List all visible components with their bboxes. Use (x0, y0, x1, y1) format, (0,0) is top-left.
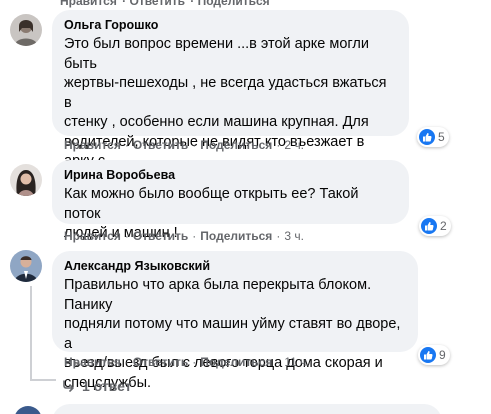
comment-bubble: Ольга Горошко Это был вопрос времени ...… (52, 10, 409, 189)
avatar[interactable] (10, 14, 42, 46)
comment-text: Правильно что арка была перекрыта блоком… (64, 277, 401, 391)
view-replies-link[interactable]: 1 ответ (62, 378, 132, 394)
share-link[interactable]: Поделиться (200, 355, 272, 369)
avatar[interactable] (10, 164, 42, 196)
reply-link[interactable]: Ответить (133, 138, 188, 152)
comment-timestamp[interactable]: 2 ч. (284, 138, 304, 152)
avatar[interactable] (14, 406, 42, 414)
like-link[interactable]: Нравится (64, 355, 121, 369)
share-link[interactable]: Поделиться (200, 138, 272, 152)
comment-timestamp[interactable]: 3 ч. (284, 229, 304, 243)
comment-author[interactable]: Ирина Воробьева (64, 167, 397, 183)
comment-bubble: Ирина Воробьева Как можно было вообще от… (52, 160, 409, 241)
comment-timestamp[interactable]: 11 ч. (284, 355, 309, 369)
comment-author[interactable]: Александр Языковский (64, 258, 406, 274)
reaction-count[interactable]: 9 (418, 345, 450, 365)
thread-line-branch (30, 379, 56, 381)
reply-link[interactable]: Ответить (133, 355, 188, 369)
comment-actions: Нравится · Ответить · Поделиться · 2 ч. (64, 138, 304, 152)
comment-actions: Нравится · Ответить · Поделиться · 11 ч. (64, 355, 310, 369)
comment-actions: Нравится · Ответить · Поделиться · 3 ч. (64, 229, 304, 243)
avatar[interactable] (10, 250, 42, 282)
comment-author[interactable]: Ольга Горошко (64, 17, 397, 33)
thumbs-up-icon (421, 218, 437, 234)
reaction-count[interactable]: 5 (417, 127, 449, 147)
reply-link[interactable]: Ответить (130, 0, 185, 8)
like-link[interactable]: Нравится (64, 138, 121, 152)
reply-link[interactable]: Ответить (133, 229, 188, 243)
like-count: 2 (440, 219, 447, 233)
reply-arrow-icon (62, 380, 76, 392)
thumbs-up-icon (419, 129, 435, 145)
like-count: 9 (439, 348, 446, 362)
previous-comment-actions: Нравится · Ответить · Поделиться (60, 0, 272, 8)
like-link[interactable]: Нравится (60, 0, 117, 8)
thumbs-up-icon (420, 347, 436, 363)
share-link[interactable]: Поделиться (198, 0, 270, 8)
comment-bubble: Александр Языковский Правильно что арка … (52, 251, 418, 391)
replies-count-label: 1 ответ (82, 378, 132, 394)
like-link[interactable]: Нравится (64, 229, 121, 243)
like-count: 5 (438, 130, 445, 144)
comment-bubble (52, 404, 442, 414)
reaction-count[interactable]: 2 (419, 216, 451, 236)
share-link[interactable]: Поделиться (200, 229, 272, 243)
thread-line (30, 286, 32, 381)
